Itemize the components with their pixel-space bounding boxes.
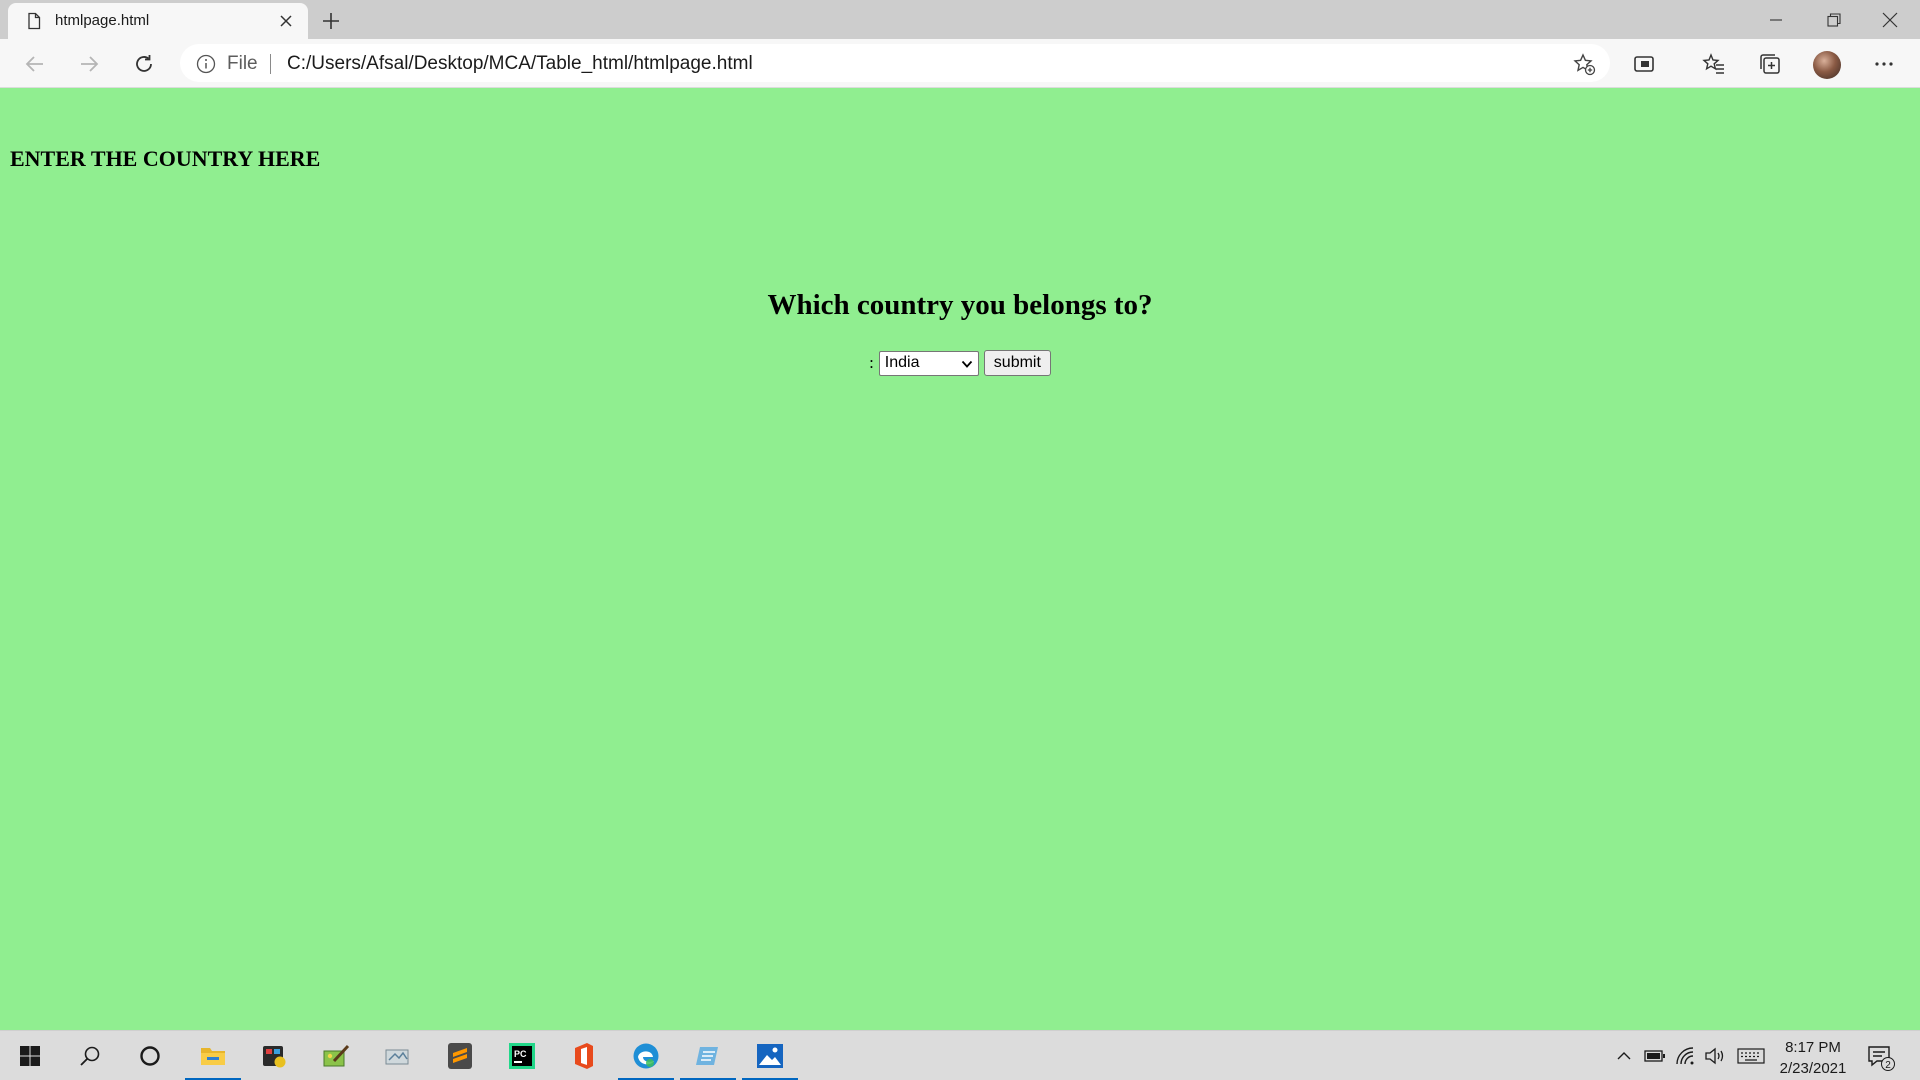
notification-icon: 2 [1868, 1046, 1895, 1071]
tab-title: htmlpage.html [55, 12, 150, 29]
clock-time: 8:17 PM [1785, 1039, 1841, 1056]
taskbar-media-app[interactable] [244, 1031, 304, 1080]
show-hidden-icons-button[interactable] [1612, 1044, 1636, 1068]
restore-icon [1827, 12, 1841, 27]
browser-toolbar: File C:/Users/Afsal/Desktop/MCA/Table_ht… [0, 39, 1920, 88]
start-button[interactable] [0, 1031, 60, 1080]
edge-icon [633, 1043, 659, 1069]
battery-button[interactable] [1643, 1044, 1667, 1068]
arrow-right-icon [81, 56, 99, 72]
split-window-icon [1634, 56, 1654, 72]
document-icon [28, 12, 41, 30]
volume-button[interactable] [1703, 1044, 1727, 1068]
notification-count: 2 [1885, 1060, 1891, 1071]
favorites-button[interactable] [1700, 50, 1728, 78]
settings-more-button[interactable] [1870, 50, 1898, 78]
taskbar-search-button[interactable] [60, 1031, 120, 1080]
immersive-reader-button[interactable] [1630, 50, 1658, 78]
taskbar-sublime-text[interactable] [430, 1031, 490, 1080]
taskbar-paint-app[interactable] [306, 1031, 366, 1080]
collections-button[interactable] [1756, 50, 1784, 78]
forward-button[interactable] [75, 50, 103, 78]
windows-taskbar: PC 8:17 PM 2/23/2021 2 [0, 1030, 1920, 1080]
submit-button[interactable]: submit [983, 350, 1051, 376]
arrow-left-icon [25, 56, 43, 72]
cortana-button[interactable] [120, 1031, 180, 1080]
taskbar-photos[interactable] [740, 1031, 800, 1080]
action-center-button[interactable]: 2 [1866, 1042, 1896, 1072]
favorites-star-icon [1702, 53, 1724, 74]
address-divider [270, 54, 271, 74]
restore-button[interactable] [1806, 0, 1862, 39]
wifi-icon [1676, 1047, 1694, 1065]
photos-icon [757, 1044, 783, 1068]
taskbar-file-explorer[interactable] [183, 1031, 243, 1080]
keyboard-button[interactable] [1736, 1044, 1766, 1068]
clock-date: 2/23/2021 [1779, 1060, 1847, 1077]
taskbar-office[interactable] [554, 1031, 614, 1080]
office-icon [575, 1043, 593, 1069]
close-window-button[interactable] [1862, 0, 1918, 39]
country-select[interactable]: India [878, 350, 979, 376]
media-app-icon [263, 1046, 286, 1068]
refresh-icon [136, 55, 152, 72]
page-heading: ENTER THE COUNTRY HERE [10, 146, 321, 171]
address-bar[interactable]: File C:/Users/Afsal/Desktop/MCA/Table_ht… [180, 44, 1610, 82]
sublime-text-icon [448, 1043, 472, 1069]
scheme-label: File [227, 53, 258, 74]
paint-app-icon [323, 1044, 350, 1067]
pycharm-icon: PC [509, 1043, 535, 1069]
country-question: Which country you belongs to? [767, 289, 1153, 321]
country-form: : India submit [0, 350, 1920, 376]
info-icon[interactable] [196, 54, 216, 74]
tab-strip: htmlpage.html [0, 0, 1920, 39]
chevron-down-icon [961, 360, 972, 368]
url-text[interactable]: C:/Users/Afsal/Desktop/MCA/Table_html/ht… [287, 53, 753, 75]
collections-icon [1760, 54, 1780, 74]
taskbar-snipping-app[interactable] [368, 1031, 428, 1080]
new-tab-icon[interactable] [318, 8, 344, 34]
windows-start-icon [20, 1046, 40, 1066]
refresh-button[interactable] [130, 50, 158, 78]
taskbar-clock[interactable]: 8:17 PM 2/23/2021 [1768, 1037, 1858, 1079]
minimize-icon [1770, 18, 1782, 21]
form-label: : [869, 353, 874, 372]
notepad-app-icon [696, 1047, 718, 1065]
browser-tab[interactable]: htmlpage.html [8, 3, 308, 39]
more-icon [1875, 62, 1893, 66]
taskbar-pycharm[interactable]: PC [492, 1031, 552, 1080]
country-select-value: India [884, 354, 920, 371]
add-favorite-icon[interactable] [1572, 52, 1596, 76]
search-icon [80, 1046, 100, 1066]
minimize-button[interactable] [1748, 0, 1804, 39]
file-explorer-icon [201, 1048, 225, 1065]
cortana-icon [140, 1046, 160, 1066]
back-button[interactable] [21, 50, 49, 78]
snipping-app-icon [385, 1049, 409, 1065]
volume-icon [1705, 1047, 1724, 1065]
svg-text:PC: PC [514, 1049, 527, 1059]
network-button[interactable] [1674, 1044, 1698, 1068]
profile-avatar[interactable] [1813, 51, 1841, 79]
touch-keyboard-icon [1737, 1048, 1765, 1064]
taskbar-notepad-app[interactable] [678, 1031, 738, 1080]
taskbar-edge[interactable] [616, 1031, 676, 1080]
close-tab-icon[interactable] [276, 11, 296, 31]
chevron-up-icon [1617, 1052, 1631, 1060]
battery-icon [1644, 1050, 1665, 1062]
close-icon [1882, 12, 1898, 27]
page-content: ENTER THE COUNTRY HERE Which country you… [0, 88, 1920, 1030]
